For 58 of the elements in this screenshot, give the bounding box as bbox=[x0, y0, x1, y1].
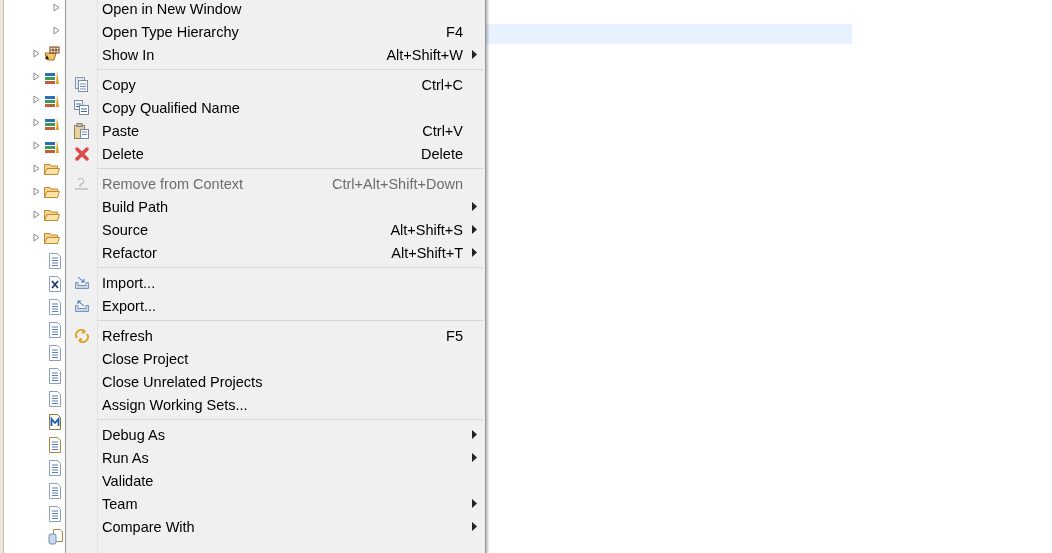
menu-item[interactable]: Import... bbox=[66, 271, 485, 294]
file-icon bbox=[48, 459, 62, 476]
menu-item[interactable]: Copy Qualified Name bbox=[66, 96, 485, 119]
file-icon bbox=[48, 482, 62, 499]
menu-item[interactable]: Export... bbox=[66, 294, 485, 317]
copy-icon bbox=[74, 77, 89, 92]
menu-item[interactable]: Team bbox=[66, 492, 485, 515]
folder-icon bbox=[44, 184, 60, 199]
menu-item[interactable]: Close Unrelated Projects bbox=[66, 370, 485, 393]
folder-icon bbox=[44, 230, 60, 245]
menu-item[interactable]: Open in New Window bbox=[66, 0, 485, 20]
file-icon bbox=[48, 367, 62, 384]
menu-item[interactable]: Open Type Hierarchy F4 bbox=[66, 20, 485, 43]
menu-item[interactable]: Compare With bbox=[66, 515, 485, 538]
file-icon bbox=[48, 252, 62, 269]
expand-arrow-icon[interactable] bbox=[33, 118, 40, 127]
folder-icon bbox=[44, 161, 60, 176]
file-icon bbox=[48, 505, 62, 522]
menu-item[interactable]: Build Path bbox=[66, 195, 485, 218]
folder-icon bbox=[44, 207, 60, 222]
menu-item[interactable]: Debug As bbox=[66, 423, 485, 446]
expand-arrow-icon[interactable] bbox=[33, 72, 40, 81]
menu-item[interactable]: Delete Delete bbox=[66, 142, 485, 165]
archive-icon bbox=[48, 528, 64, 545]
manifest-file-icon bbox=[48, 413, 62, 430]
menu-item[interactable]: Assign Working Sets... bbox=[66, 393, 485, 416]
expand-arrow-icon[interactable] bbox=[33, 141, 40, 150]
expand-arrow-icon[interactable] bbox=[33, 233, 40, 242]
expand-arrow-icon[interactable] bbox=[53, 3, 60, 12]
expand-arrow-icon[interactable] bbox=[33, 164, 40, 173]
export-icon bbox=[73, 298, 90, 313]
expand-arrow-icon[interactable] bbox=[33, 95, 40, 104]
clipboard-icon bbox=[74, 122, 89, 139]
menu-item[interactable]: Paste Ctrl+V bbox=[66, 119, 485, 142]
menu-item[interactable]: Refresh F5 bbox=[66, 324, 485, 347]
copy-icon bbox=[74, 100, 89, 115]
menu-item[interactable]: Source Alt+Shift+S bbox=[66, 218, 485, 241]
file-icon bbox=[48, 344, 62, 361]
expand-arrow-icon[interactable] bbox=[33, 49, 40, 58]
delete-icon bbox=[74, 146, 89, 161]
menu-item[interactable]: Show In Alt+Shift+W bbox=[66, 43, 485, 66]
package-icon bbox=[44, 45, 60, 62]
menu-item[interactable]: Run As bbox=[66, 446, 485, 469]
menu-item[interactable]: Refactor Alt+Shift+T bbox=[66, 241, 485, 264]
xml-file-icon bbox=[48, 275, 62, 292]
expand-arrow-icon[interactable] bbox=[33, 187, 40, 196]
file-icon bbox=[48, 298, 62, 315]
expand-arrow-icon[interactable] bbox=[33, 210, 40, 219]
menu-item[interactable]: Copy Ctrl+C bbox=[66, 73, 485, 96]
file-icon bbox=[48, 436, 62, 453]
menu-item[interactable]: Close Project bbox=[66, 347, 485, 370]
expand-arrow-icon[interactable] bbox=[53, 26, 60, 35]
refresh-icon bbox=[73, 327, 90, 344]
menu-item[interactable]: Validate bbox=[66, 469, 485, 492]
file-icon bbox=[48, 321, 62, 338]
remove-context-icon bbox=[74, 177, 89, 190]
file-icon bbox=[48, 390, 62, 407]
import-icon bbox=[73, 275, 90, 290]
